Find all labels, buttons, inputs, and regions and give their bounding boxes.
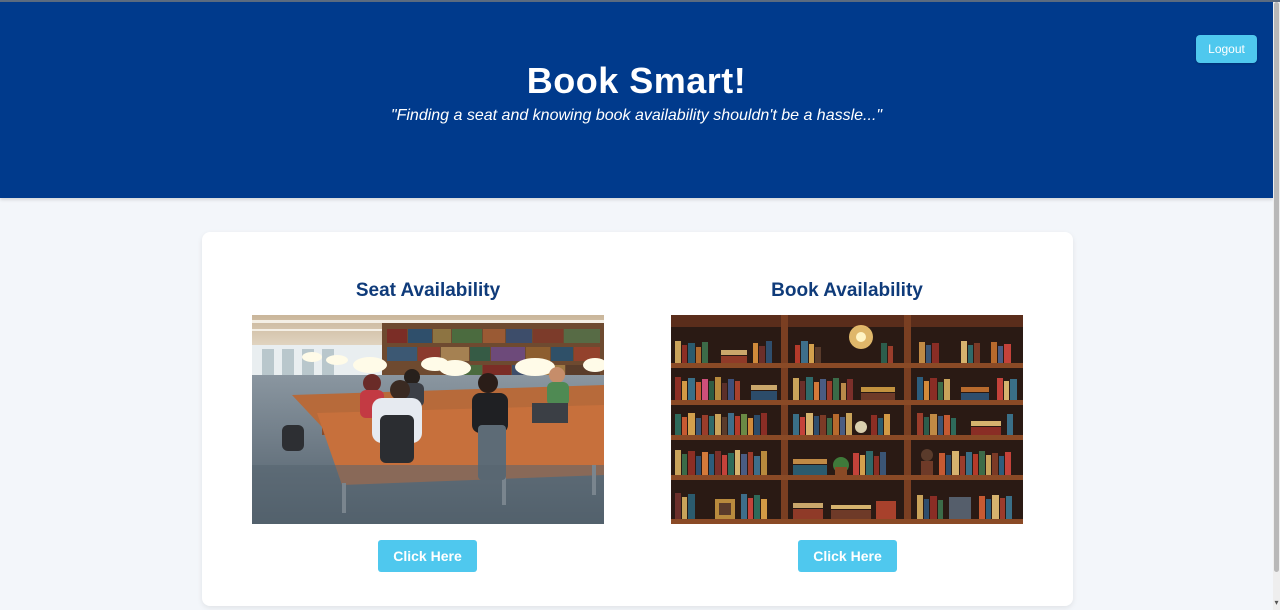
seat-availability-button[interactable]: Click Here [378, 540, 477, 572]
seat-availability-title: Seat Availability [355, 280, 501, 301]
page-tagline: "Finding a seat and knowing book availab… [390, 107, 883, 124]
book-availability-button[interactable]: Click Here [798, 540, 897, 572]
options-card: Seat Availability Click Here Book Availa… [202, 232, 1073, 606]
book-availability-section: Book Availability Click Here [671, 232, 1023, 606]
scrollbar-thumb[interactable] [1274, 2, 1279, 572]
logout-button[interactable]: Logout [1196, 35, 1257, 63]
vertical-scrollbar[interactable]: ▾ [1273, 2, 1280, 610]
scroll-down-arrow-icon[interactable]: ▾ [1273, 598, 1280, 608]
page-header: Book Smart! "Finding a seat and knowing … [0, 2, 1273, 198]
library-reading-room-image [252, 315, 604, 524]
page-title: Book Smart! [526, 60, 747, 101]
book-availability-title: Book Availability [771, 280, 923, 301]
seat-availability-section: Seat Availability Click Here [252, 232, 604, 606]
bookshelves-image [671, 315, 1023, 524]
